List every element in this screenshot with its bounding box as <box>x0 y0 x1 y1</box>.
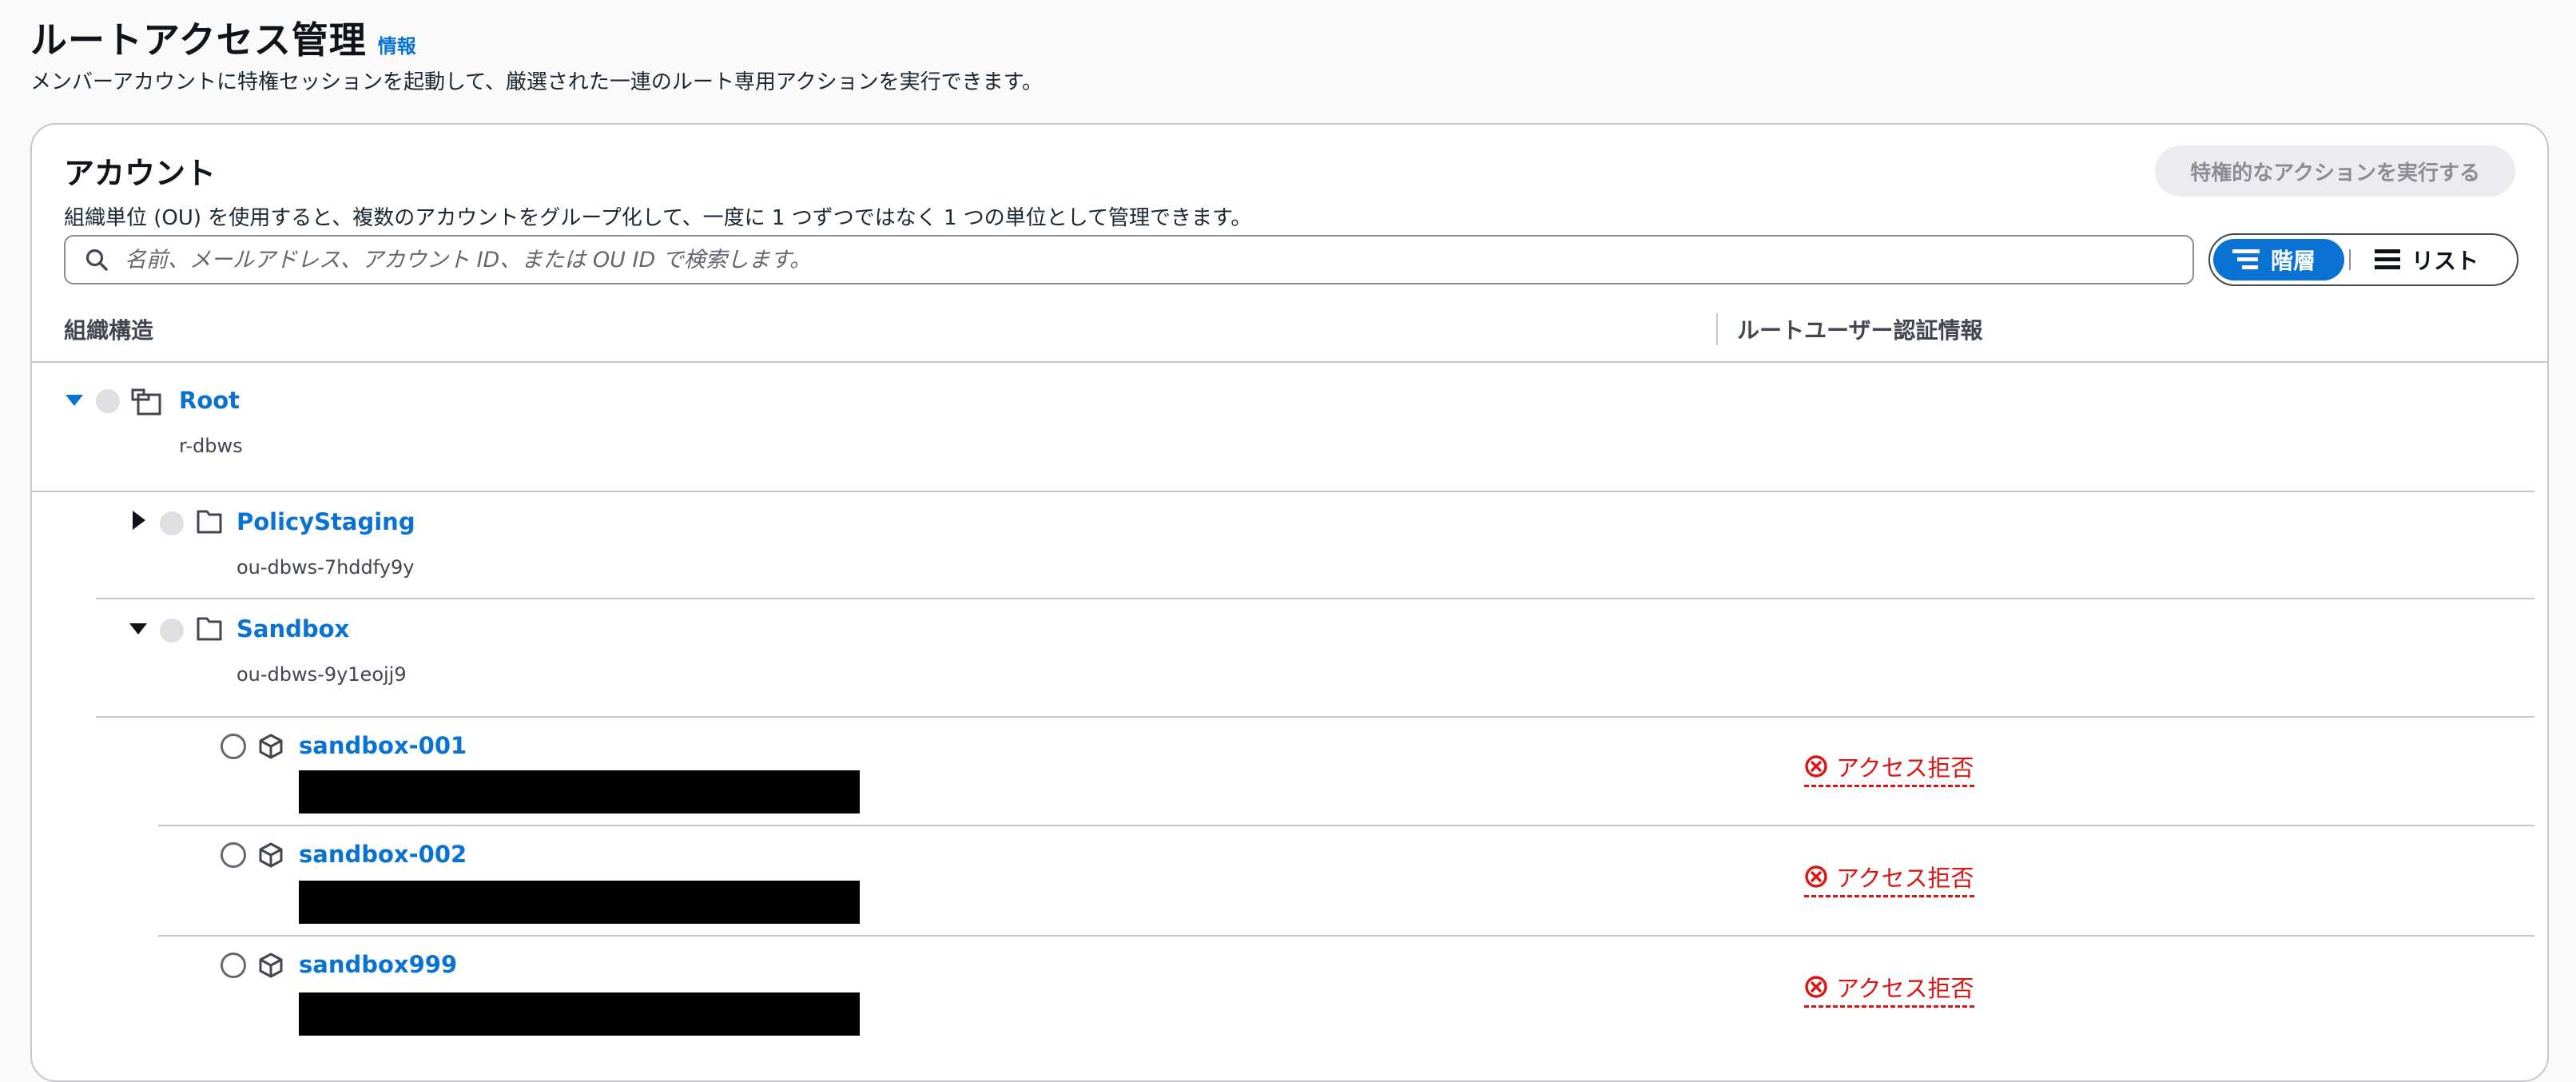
access-denied-status[interactable]: アクセス拒否 <box>1804 750 1974 787</box>
folder-icon <box>197 617 222 641</box>
account-cube-icon <box>259 842 283 868</box>
account-name[interactable]: sandbox-001 <box>299 732 467 759</box>
card-description: 組織単位 (OU) を使用すると、複数のアカウントをグループ化して、一度に 1 … <box>64 206 1252 230</box>
caret-down-icon[interactable] <box>66 393 83 408</box>
root-radio <box>96 389 120 413</box>
account-name[interactable]: sandbox999 <box>299 951 457 978</box>
row-divider <box>96 716 2534 718</box>
info-link[interactable]: 情報 <box>378 30 416 58</box>
view-toggle: 階層 リスト <box>2208 233 2518 286</box>
error-icon <box>1805 755 1827 778</box>
row-divider <box>96 598 2534 599</box>
search-icon <box>85 249 108 271</box>
caret-down-icon[interactable] <box>129 622 147 636</box>
status-text: アクセス拒否 <box>1836 865 1974 892</box>
page-title: ルートアクセス管理 <box>30 18 367 62</box>
root-name[interactable]: Root <box>179 387 240 414</box>
privileged-action-button[interactable]: 特権的なアクションを実行する <box>2155 145 2515 197</box>
account-radio[interactable] <box>221 953 246 978</box>
account-cube-icon <box>259 734 283 759</box>
list-view-button[interactable]: リスト <box>2355 239 2498 280</box>
status-text: アクセス拒否 <box>1836 975 1974 1002</box>
policy-staging-name[interactable]: PolicyStaging <box>237 508 415 535</box>
column-header-structure[interactable]: 組織構造 <box>64 313 153 345</box>
hierarchy-icon <box>2232 249 2260 269</box>
row-divider <box>158 825 2534 826</box>
redacted-account-id <box>299 992 860 1036</box>
status-text: アクセス拒否 <box>1836 754 1974 782</box>
root-id: r-dbws <box>179 435 243 457</box>
page-header: ルートアクセス管理 情報 <box>30 11 416 64</box>
sandbox-id: ou-dbws-9y1eojj9 <box>237 663 407 686</box>
account-radio[interactable] <box>221 734 246 759</box>
sandbox-name[interactable]: Sandbox <box>237 615 349 642</box>
column-divider[interactable] <box>1716 313 1718 345</box>
header-divider <box>32 361 2547 363</box>
redacted-account-id <box>299 881 860 924</box>
list-label: リスト <box>2411 248 2479 274</box>
access-denied-status[interactable]: アクセス拒否 <box>1804 860 1974 897</box>
accounts-card: アカウント 特権的なアクションを実行する 組織単位 (OU) を使用すると、複数… <box>30 123 2549 1082</box>
row-divider <box>158 935 2534 937</box>
error-icon <box>1805 976 1827 998</box>
access-denied-status[interactable]: アクセス拒否 <box>1804 970 1974 1008</box>
page-description: メンバーアカウントに特権セッションを起動して、厳選された一連のルート専用アクショ… <box>30 70 1043 94</box>
policy-staging-radio <box>160 511 184 535</box>
account-name[interactable]: sandbox-002 <box>299 841 467 868</box>
organization-root-icon <box>131 388 161 416</box>
caret-right-icon[interactable] <box>131 511 145 530</box>
folder-icon <box>197 510 222 534</box>
policy-staging-id: ou-dbws-7hddfy9y <box>237 556 415 579</box>
list-icon <box>2375 249 2400 269</box>
search-box[interactable] <box>64 235 2194 284</box>
redacted-account-id <box>299 770 860 813</box>
account-cube-icon <box>259 953 283 978</box>
card-title: アカウント <box>64 156 217 191</box>
hierarchy-label: 階層 <box>2271 248 2316 274</box>
hierarchy-view-button[interactable]: 階層 <box>2213 239 2344 280</box>
search-input[interactable] <box>123 246 2121 273</box>
column-header-root-credentials[interactable]: ルートユーザー認証情報 <box>1737 313 1982 345</box>
row-divider <box>32 491 2534 492</box>
account-radio[interactable] <box>221 842 246 868</box>
toggle-separator <box>2349 249 2351 270</box>
error-icon <box>1805 865 1827 888</box>
sandbox-radio <box>160 619 184 642</box>
